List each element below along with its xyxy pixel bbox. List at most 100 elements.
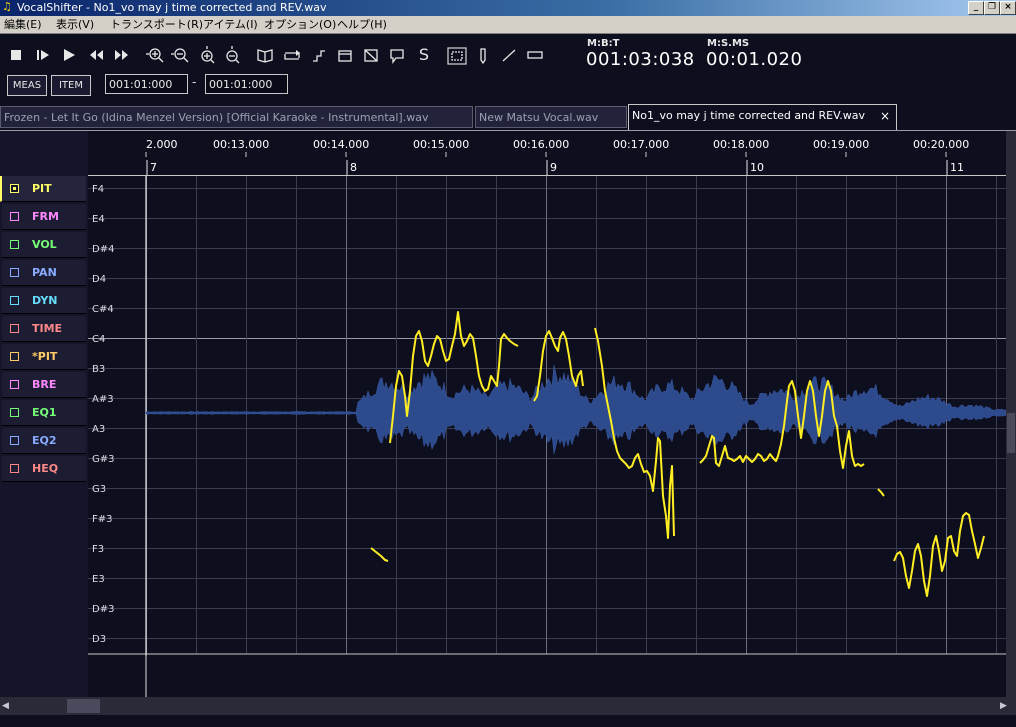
zoom-out-vertical-icon[interactable] [226, 46, 240, 64]
param-label: HEQ [32, 462, 59, 475]
toolbar: S MEAS ITEM 001:01:000 - 001:01:000 M:B:… [0, 34, 1016, 102]
ruler-measure-label: 8 [350, 161, 357, 174]
vertical-scroll-thumb[interactable] [1007, 413, 1015, 453]
checkbox-icon [10, 184, 19, 193]
empty-area [88, 656, 1006, 697]
step-icon[interactable] [313, 50, 325, 62]
parameter-sidebar: PIT FRM VOL PAN DYN TIME *PIT BRE EQ1 EQ2 HEQ [0, 131, 88, 697]
horizontal-scrollbar[interactable]: ◀ ▶ [0, 697, 1016, 715]
restore-icon[interactable]: ❐ [984, 1, 1000, 15]
checkbox-icon [10, 408, 19, 417]
horizontal-scroll-thumb[interactable] [67, 699, 100, 713]
comment-icon[interactable] [390, 49, 404, 64]
range-separator: - [192, 75, 197, 89]
menu-view[interactable]: 表示(V) [56, 16, 94, 33]
param-button-eq1[interactable]: EQ1 [2, 400, 86, 426]
zoom-in-horizontal-icon[interactable] [146, 48, 164, 63]
param-button-pit[interactable]: PIT [0, 176, 86, 202]
mbt-readout: 001:03:038 [586, 49, 695, 70]
play-from-start-icon[interactable] [37, 50, 49, 60]
menu-help[interactable]: ヘルプ(H) [337, 16, 387, 33]
ruler-time-label: 00:14.000 [313, 138, 369, 151]
fast-forward-icon[interactable] [115, 50, 128, 60]
ruler-time-label: 00:15.000 [413, 138, 469, 151]
param-label: EQ1 [32, 406, 57, 419]
menu-transport[interactable]: トランスポート(R) [110, 16, 203, 33]
note-label: F3 [92, 544, 104, 555]
note-label: F#3 [92, 514, 113, 525]
param-label: PAN [32, 266, 57, 279]
ruler-measure-label: 11 [950, 161, 964, 174]
param-button-heq[interactable]: HEQ [2, 456, 86, 482]
line-icon[interactable] [502, 49, 516, 62]
window-icon[interactable] [338, 50, 352, 62]
file-tabs: Frozen - Let It Go (Idina Menzel Version… [0, 104, 1016, 131]
timeline-ruler[interactable]: 2.000 00:13.000 00:14.000 00:15.000 00:16.00… [88, 131, 1006, 176]
rewind-icon[interactable] [90, 50, 103, 60]
param-button-frm[interactable]: FRM [2, 204, 86, 230]
loop-icon[interactable] [284, 50, 300, 60]
meas-button[interactable]: MEAS [7, 75, 47, 96]
pencil-icon[interactable] [480, 48, 486, 65]
param-label: *PIT [32, 350, 58, 363]
param-button-vol[interactable]: VOL [2, 232, 86, 258]
vertical-scrollbar[interactable] [1006, 131, 1016, 697]
ruler-time-label: 2.000 [146, 138, 178, 151]
ruler-measure-label: 7 [150, 161, 157, 174]
play-icon[interactable] [64, 49, 75, 61]
range-start-field[interactable]: 001:01:000 [105, 74, 188, 94]
book-icon[interactable] [257, 49, 273, 63]
menu-edit[interactable]: 編集(E) [4, 16, 42, 33]
scroll-right-icon[interactable]: ▶ [1000, 699, 1012, 713]
zoom-out-horizontal-icon[interactable] [171, 48, 189, 63]
param-button-time[interactable]: TIME [2, 316, 86, 342]
checkbox-icon [10, 436, 19, 445]
status-bar [0, 715, 1016, 727]
ruler-time-label: 00:20.000 [913, 138, 969, 151]
grid-icon[interactable] [364, 49, 378, 62]
ruler-canvas: 2.000 00:13.000 00:14.000 00:15.000 00:16.00… [88, 138, 1006, 176]
msms-readout: 00:01.020 [706, 49, 803, 70]
tab-no1-vocal[interactable]: No1_vo may j time corrected and REV.wav … [628, 104, 897, 130]
param-button-pan[interactable]: PAN [2, 260, 86, 286]
select-icon[interactable] [447, 47, 467, 65]
tab-new-matsu-vocal[interactable]: New Matsu Vocal.wav [475, 106, 627, 128]
close-icon[interactable]: × [1000, 1, 1016, 15]
checkbox-icon [10, 240, 19, 249]
pitch-editor[interactable]: F4 E4 D#4 D4 C#4 C4 B3 A#3 A3 G#3 G3 F#3 F3 E3 D#3 D3 [88, 176, 1007, 656]
window-title: VocalShifter - No1_vo may j time correct… [17, 1, 327, 14]
scroll-left-icon[interactable]: ◀ [2, 699, 14, 713]
note-label: G3 [92, 484, 106, 495]
music-note-icon: ♫ [2, 0, 12, 13]
tab-frozen-instrumental[interactable]: Frozen - Let It Go (Idina Menzel Version… [0, 106, 473, 128]
param-button-eq2[interactable]: EQ2 [2, 428, 86, 454]
menu-item[interactable]: アイテム(I) [203, 16, 258, 33]
zoom-in-vertical-icon[interactable] [201, 46, 215, 64]
tab-label: Frozen - Let It Go (Idina Menzel Version… [4, 111, 429, 124]
range-end-field[interactable]: 001:01:000 [205, 74, 288, 94]
title-bar: ♫ VocalShifter - No1_vo may j time corre… [0, 0, 1016, 16]
note-label: A3 [92, 424, 105, 435]
item-button[interactable]: ITEM [51, 75, 91, 96]
param-label: DYN [32, 294, 58, 307]
minimize-icon[interactable]: _ [968, 1, 984, 15]
checkbox-icon [10, 212, 19, 221]
close-icon[interactable]: × [880, 105, 890, 127]
ruler-time-label: 00:13.000 [213, 138, 269, 151]
ruler-time-label: 00:18.000 [713, 138, 769, 151]
stop-icon[interactable] [11, 50, 21, 60]
solo-icon[interactable]: S [413, 45, 435, 65]
checkbox-icon [10, 268, 19, 277]
checkbox-icon [10, 324, 19, 333]
param-button-dyn[interactable]: DYN [2, 288, 86, 314]
eraser-icon[interactable] [527, 51, 543, 59]
note-label: C4 [92, 334, 105, 345]
menu-bar: 編集(E) 表示(V) トランスポート(R) アイテム(I) オプション(O) … [0, 16, 1016, 34]
param-button-star-pit[interactable]: *PIT [2, 344, 86, 370]
note-label: D3 [92, 634, 106, 645]
param-label: FRM [32, 210, 59, 223]
param-button-bre[interactable]: BRE [2, 372, 86, 398]
ruler-time-label: 00:17.000 [613, 138, 669, 151]
ruler-measure-label: 9 [550, 161, 557, 174]
menu-options[interactable]: オプション(O) [264, 16, 336, 33]
